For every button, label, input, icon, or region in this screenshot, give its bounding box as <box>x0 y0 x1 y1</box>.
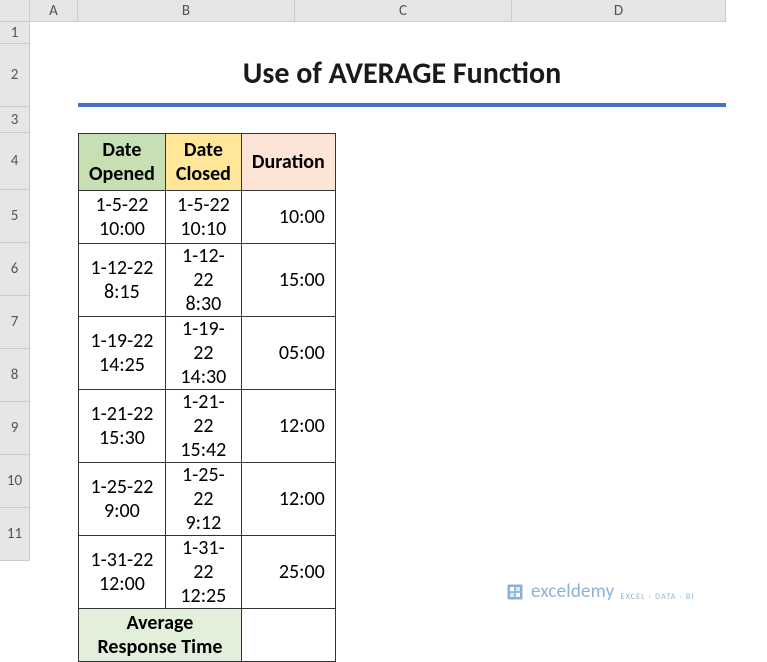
cell-duration[interactable]: 05:00 <box>241 317 335 390</box>
cell-date-closed[interactable]: 1-21-22 15:42 <box>165 390 241 463</box>
row-header-8[interactable]: 8 <box>0 349 30 402</box>
cell-duration[interactable]: 10:00 <box>241 191 335 244</box>
row-header-9[interactable]: 9 <box>0 402 30 455</box>
cell-date-closed[interactable]: 1-25-22 9:12 <box>165 463 241 536</box>
cell-date-opened[interactable]: 1-5-22 10:00 <box>79 191 166 244</box>
cell-date-opened[interactable]: 1-19-22 14:25 <box>79 317 166 390</box>
header-date-closed[interactable]: Date Closed <box>165 134 241 191</box>
table-row: 1-31-22 12:001-31-22 12:2525:00 <box>79 536 336 609</box>
row-header-column: 1234567891011 <box>0 22 30 561</box>
header-date-opened[interactable]: Date Opened <box>79 134 166 191</box>
page-title: Use of AVERAGE Function <box>243 55 561 92</box>
cell-date-closed[interactable]: 1-12-22 8:30 <box>165 244 241 317</box>
watermark-brand: exceldemy <box>531 580 614 603</box>
header-duration[interactable]: Duration <box>241 134 335 191</box>
row-header-1[interactable]: 1 <box>0 22 30 44</box>
row-header-7[interactable]: 7 <box>0 296 30 349</box>
table-row: 1-19-22 14:251-19-22 14:3005:00 <box>79 317 336 390</box>
row-header-5[interactable]: 5 <box>0 190 30 243</box>
header-row: Date Opened Date Closed Duration <box>79 134 336 191</box>
watermark: exceldemy EXCEL · DATA · BI <box>505 580 695 603</box>
row-header-3[interactable]: 3 <box>0 107 30 133</box>
cell-duration[interactable]: 12:00 <box>241 463 335 536</box>
cell-date-closed[interactable]: 1-31-22 12:25 <box>165 536 241 609</box>
select-all-corner[interactable] <box>0 0 30 22</box>
average-value-cell[interactable] <box>241 609 335 662</box>
title-cell[interactable]: Use of AVERAGE Function <box>78 44 726 107</box>
table-row: 1-25-22 9:001-25-22 9:1212:00 <box>79 463 336 536</box>
cell-date-opened[interactable]: 1-25-22 9:00 <box>79 463 166 536</box>
row-header-11[interactable]: 11 <box>0 508 30 561</box>
table-row: 1-21-22 15:301-21-22 15:4212:00 <box>79 390 336 463</box>
column-header-D[interactable]: D <box>512 0 726 22</box>
average-label-cell[interactable]: Average Response Time <box>79 609 242 662</box>
cell-date-opened[interactable]: 1-31-22 12:00 <box>79 536 166 609</box>
column-header-row: A B C D <box>0 0 726 22</box>
cell-date-closed[interactable]: 1-5-22 10:10 <box>165 191 241 244</box>
cell-duration[interactable]: 25:00 <box>241 536 335 609</box>
row-header-4[interactable]: 4 <box>0 133 30 190</box>
column-header-C[interactable]: C <box>295 0 512 22</box>
cell-date-opened[interactable]: 1-21-22 15:30 <box>79 390 166 463</box>
cell-duration[interactable]: 12:00 <box>241 390 335 463</box>
spreadsheet-grid: A B C D 1234567891011 Use of AVERAGE Fun… <box>0 0 767 637</box>
row-header-6[interactable]: 6 <box>0 243 30 296</box>
watermark-tagline: EXCEL · DATA · BI <box>620 592 694 602</box>
row-header-2[interactable]: 2 <box>0 44 30 107</box>
cell-duration[interactable]: 15:00 <box>241 244 335 317</box>
row-header-10[interactable]: 10 <box>0 455 30 508</box>
data-table: Date Opened Date Closed Duration 1-5-22 … <box>78 133 336 662</box>
column-header-A[interactable]: A <box>30 0 78 22</box>
brand-icon <box>505 582 525 602</box>
average-row: Average Response Time <box>79 609 336 662</box>
cell-date-opened[interactable]: 1-12-22 8:15 <box>79 244 166 317</box>
column-header-B[interactable]: B <box>78 0 295 22</box>
cell-date-closed[interactable]: 1-19-22 14:30 <box>165 317 241 390</box>
table-row: 1-5-22 10:001-5-22 10:1010:00 <box>79 191 336 244</box>
table-row: 1-12-22 8:151-12-22 8:3015:00 <box>79 244 336 317</box>
